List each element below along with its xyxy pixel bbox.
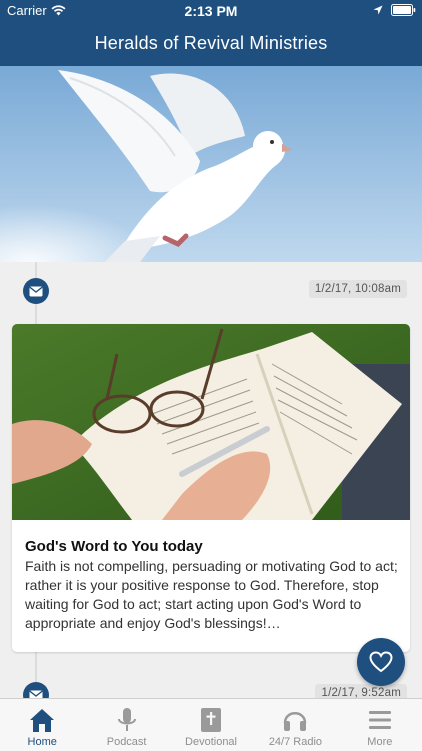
tab-more[interactable]: More [338, 699, 422, 751]
tab-radio[interactable]: 24/7 Radio [253, 699, 337, 751]
post-card[interactable]: God's Word to You today Faith is not com… [12, 324, 410, 652]
clock: 2:13 PM [184, 3, 238, 19]
message-type-badge [23, 278, 49, 304]
bible-reading-image [12, 324, 410, 520]
envelope-icon [29, 690, 43, 698]
home-icon [30, 709, 55, 732]
page-title: Heralds of Revival Ministries [94, 33, 328, 53]
tab-label: More [367, 736, 393, 748]
tab-label: 24/7 Radio [268, 736, 323, 748]
post-date: 1/2/17, 9:52am [315, 684, 407, 698]
post-excerpt: Faith is not compelling, persuading or m… [25, 558, 398, 631]
tab-label: Devotional [185, 736, 237, 748]
tab-bar: Home Podcast Devotional 24/7 Radio More [0, 698, 422, 751]
location-arrow-icon [373, 5, 383, 15]
bible-icon [201, 708, 222, 732]
favorite-button[interactable] [357, 638, 405, 686]
menu-icon [368, 711, 391, 729]
tab-label: Home [27, 736, 57, 748]
status-bar: Carrier 2:13 PM [0, 0, 422, 22]
envelope-icon [29, 286, 43, 296]
battery-icon [391, 4, 416, 16]
tab-home[interactable]: Home [0, 699, 84, 751]
heart-icon [369, 651, 393, 673]
tab-devotional[interactable]: Devotional [169, 699, 253, 751]
post-title: God's Word to You today [25, 538, 203, 555]
tab-podcast[interactable]: Podcast [84, 699, 168, 751]
tab-label: Podcast [106, 736, 147, 748]
navigation-bar: Carrier 2:13 PM Heralds of Revival Minis… [0, 0, 422, 66]
microphone-icon [117, 708, 136, 731]
news-feed[interactable]: 1/2/17, 10:08am God's Word to You today … [0, 262, 422, 698]
message-type-badge [23, 682, 49, 698]
post-date: 1/2/17, 10:08am [308, 280, 407, 298]
headphones-icon [284, 712, 307, 731]
hero-dove-image [0, 66, 422, 262]
